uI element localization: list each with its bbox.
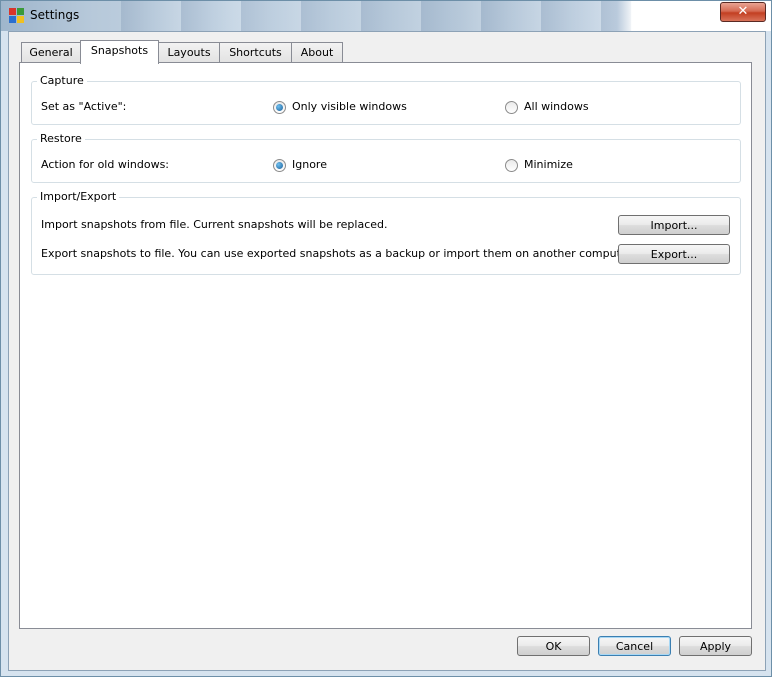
radio-minimize[interactable] — [505, 159, 518, 172]
title-bar[interactable]: Settings ✕ — [1, 1, 771, 31]
tab-layouts[interactable]: Layouts — [158, 42, 220, 63]
close-button[interactable]: ✕ — [720, 2, 766, 22]
snapshots-panel: Capture Set as "Active": Only visible wi… — [19, 62, 752, 629]
tab-snapshots[interactable]: Snapshots — [80, 40, 159, 64]
import-button[interactable]: Import... — [618, 215, 730, 235]
capture-label: Set as "Active": — [41, 100, 127, 113]
title-bar-background — [121, 1, 631, 31]
radio-selected-dot — [276, 104, 283, 111]
import-export-group: Import/Export Import snapshots from file… — [31, 190, 741, 275]
radio-label-only-visible-windows[interactable]: Only visible windows — [292, 100, 407, 114]
restore-group: Restore Action for old windows: Ignore M… — [31, 132, 741, 183]
restore-label: Action for old windows: — [41, 158, 170, 171]
window-title: Settings — [30, 8, 80, 22]
radio-label-all-windows[interactable]: All windows — [524, 100, 589, 114]
radio-only-visible-windows[interactable] — [273, 101, 286, 114]
tab-about[interactable]: About — [291, 42, 343, 63]
tab-shortcuts[interactable]: Shortcuts — [219, 42, 292, 63]
export-description: Export snapshots to file. You can use ex… — [41, 247, 635, 260]
radio-all-windows[interactable] — [505, 101, 518, 114]
capture-group-title: Capture — [37, 74, 87, 88]
radio-ignore[interactable] — [273, 159, 286, 172]
apply-button[interactable]: Apply — [679, 636, 752, 656]
close-icon: ✕ — [737, 4, 749, 19]
capture-group: Capture Set as "Active": Only visible wi… — [31, 74, 741, 125]
tab-general[interactable]: General — [21, 42, 81, 63]
restore-group-title: Restore — [37, 132, 85, 146]
radio-label-ignore[interactable]: Ignore — [292, 158, 327, 172]
radio-label-minimize[interactable]: Minimize — [524, 158, 573, 172]
ok-button[interactable]: OK — [517, 636, 590, 656]
export-button[interactable]: Export... — [618, 244, 730, 264]
radio-selected-dot — [276, 162, 283, 169]
app-icon — [9, 8, 24, 23]
cancel-button[interactable]: Cancel — [598, 636, 671, 656]
import-export-group-title: Import/Export — [37, 190, 120, 204]
import-description: Import snapshots from file. Current snap… — [41, 218, 388, 231]
